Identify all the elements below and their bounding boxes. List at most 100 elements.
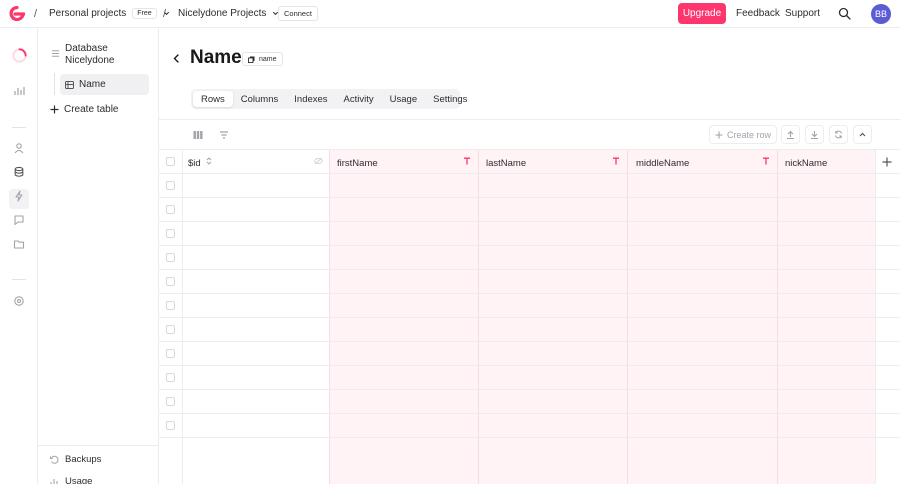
table-icon — [65, 80, 74, 89]
chevron-up-icon — [859, 132, 866, 137]
tab-rows[interactable]: Rows — [193, 91, 233, 107]
tab-activity[interactable]: Activity — [336, 91, 382, 107]
row-checkbox[interactable] — [166, 301, 175, 310]
add-column-icon[interactable] — [882, 157, 892, 167]
back-arrow-icon[interactable] — [172, 54, 181, 63]
project-name: Nicelydone Projects — [178, 8, 267, 19]
messaging-icon[interactable] — [13, 214, 25, 226]
feedback-link[interactable]: Feedback — [736, 8, 780, 19]
appwrite-logo-icon[interactable] — [9, 6, 25, 21]
table-row-divider — [159, 269, 900, 270]
plus-icon — [50, 105, 59, 114]
create-row-label: Create row — [727, 129, 772, 140]
table-id-chip[interactable]: name — [242, 52, 283, 66]
copy-icon — [248, 56, 255, 63]
auth-users-icon[interactable] — [13, 142, 25, 154]
table-row-divider — [159, 245, 900, 246]
functions-bolt-icon[interactable] — [13, 190, 25, 202]
sidebar-item-table-name[interactable]: Name — [60, 74, 149, 95]
table-row-divider — [159, 389, 900, 390]
sort-icon[interactable] — [205, 157, 213, 165]
table-row-divider — [159, 413, 900, 414]
connect-button[interactable]: Connect — [278, 6, 318, 21]
row-checkbox[interactable] — [166, 277, 175, 286]
refresh-button[interactable] — [829, 125, 848, 144]
page-title: Name — [190, 47, 242, 68]
create-table-button[interactable]: Create table — [50, 104, 118, 115]
breadcrumb-separator: / — [163, 8, 167, 20]
table-row-divider — [159, 437, 900, 438]
rail-divider — [12, 279, 26, 280]
row-checkbox[interactable] — [166, 181, 175, 190]
text-type-icon — [763, 157, 769, 165]
table-toolbar: Create row — [159, 119, 900, 149]
breadcrumb-separator: / — [34, 8, 38, 20]
row-checkbox[interactable] — [166, 229, 175, 238]
column-header-id[interactable]: $id — [188, 158, 201, 169]
table-row-divider — [159, 365, 900, 366]
row-checkbox[interactable] — [166, 253, 175, 262]
sidebar-item-usage[interactable]: Usage — [50, 476, 92, 484]
row-checkbox[interactable] — [166, 349, 175, 358]
project-switcher[interactable]: Nicelydone Projects — [178, 8, 279, 19]
sidebar-item-backups[interactable]: Backups — [50, 454, 101, 465]
row-checkbox[interactable] — [166, 397, 175, 406]
overview-chart-icon[interactable] — [13, 85, 25, 97]
backups-icon — [50, 455, 59, 464]
search-icon[interactable] — [838, 7, 851, 20]
sidebar-item-label: Usage — [65, 476, 93, 484]
create-row-button[interactable]: Create row — [709, 125, 778, 144]
table-tabs: Rows Columns Indexes Activity Usage Sett… — [191, 89, 467, 109]
loading-spinner-icon — [12, 48, 27, 63]
tab-indexes[interactable]: Indexes — [286, 91, 335, 107]
row-checkbox[interactable] — [166, 205, 175, 214]
plus-icon — [715, 131, 723, 138]
usage-chart-icon — [50, 479, 58, 484]
avatar[interactable]: BB — [871, 4, 891, 24]
icon-rail — [0, 28, 38, 484]
row-checkbox[interactable] — [166, 325, 175, 334]
select-all-checkbox[interactable] — [166, 157, 175, 166]
column-header-firstname[interactable]: firstName — [337, 158, 378, 169]
plan-badge: Free — [132, 8, 157, 19]
sidebar-item-label: Name — [79, 79, 106, 90]
header-divider — [159, 173, 900, 174]
support-link[interactable]: Support — [785, 8, 820, 19]
tab-settings[interactable]: Settings — [425, 91, 475, 107]
columns-toggle-icon[interactable] — [193, 130, 203, 140]
rail-divider — [12, 127, 26, 128]
row-checkbox[interactable] — [166, 373, 175, 382]
column-header-middlename[interactable]: middleName — [636, 158, 689, 169]
hide-column-icon[interactable] — [314, 157, 323, 165]
refresh-icon — [835, 130, 842, 139]
org-switcher[interactable]: Personal projects Free — [49, 8, 170, 19]
database-name[interactable]: Database Nicelydone — [65, 43, 145, 67]
database-sidebar: Database Nicelydone Name Create table Ba… — [38, 28, 159, 484]
text-type-icon — [464, 157, 470, 165]
table-row-divider — [159, 293, 900, 294]
database-icon — [51, 50, 60, 57]
text-type-icon — [613, 157, 619, 165]
tab-columns[interactable]: Columns — [233, 91, 287, 107]
table-row-divider — [159, 341, 900, 342]
settings-gear-icon[interactable] — [13, 295, 25, 307]
storage-folder-icon[interactable] — [13, 238, 25, 250]
org-name: Personal projects — [49, 8, 127, 19]
import-button[interactable] — [805, 125, 824, 144]
tab-usage[interactable]: Usage — [382, 91, 425, 107]
column-header-lastname[interactable]: lastName — [486, 158, 526, 169]
table-row-divider — [159, 317, 900, 318]
row-checkbox[interactable] — [166, 421, 175, 430]
table-id: name — [259, 55, 277, 63]
upgrade-button[interactable]: Upgrade — [678, 3, 726, 24]
databases-icon[interactable] — [13, 166, 25, 178]
filter-icon[interactable] — [219, 130, 229, 140]
rows-table: $id firstName lastName middleName nickNa… — [159, 149, 900, 484]
table-row-divider — [159, 197, 900, 198]
sidebar-divider — [38, 445, 159, 446]
collapse-button[interactable] — [853, 125, 872, 144]
export-button[interactable] — [781, 125, 800, 144]
upload-icon — [787, 130, 794, 139]
sidebar-item-label: Backups — [65, 454, 102, 465]
column-header-nickname[interactable]: nickName — [785, 158, 827, 169]
